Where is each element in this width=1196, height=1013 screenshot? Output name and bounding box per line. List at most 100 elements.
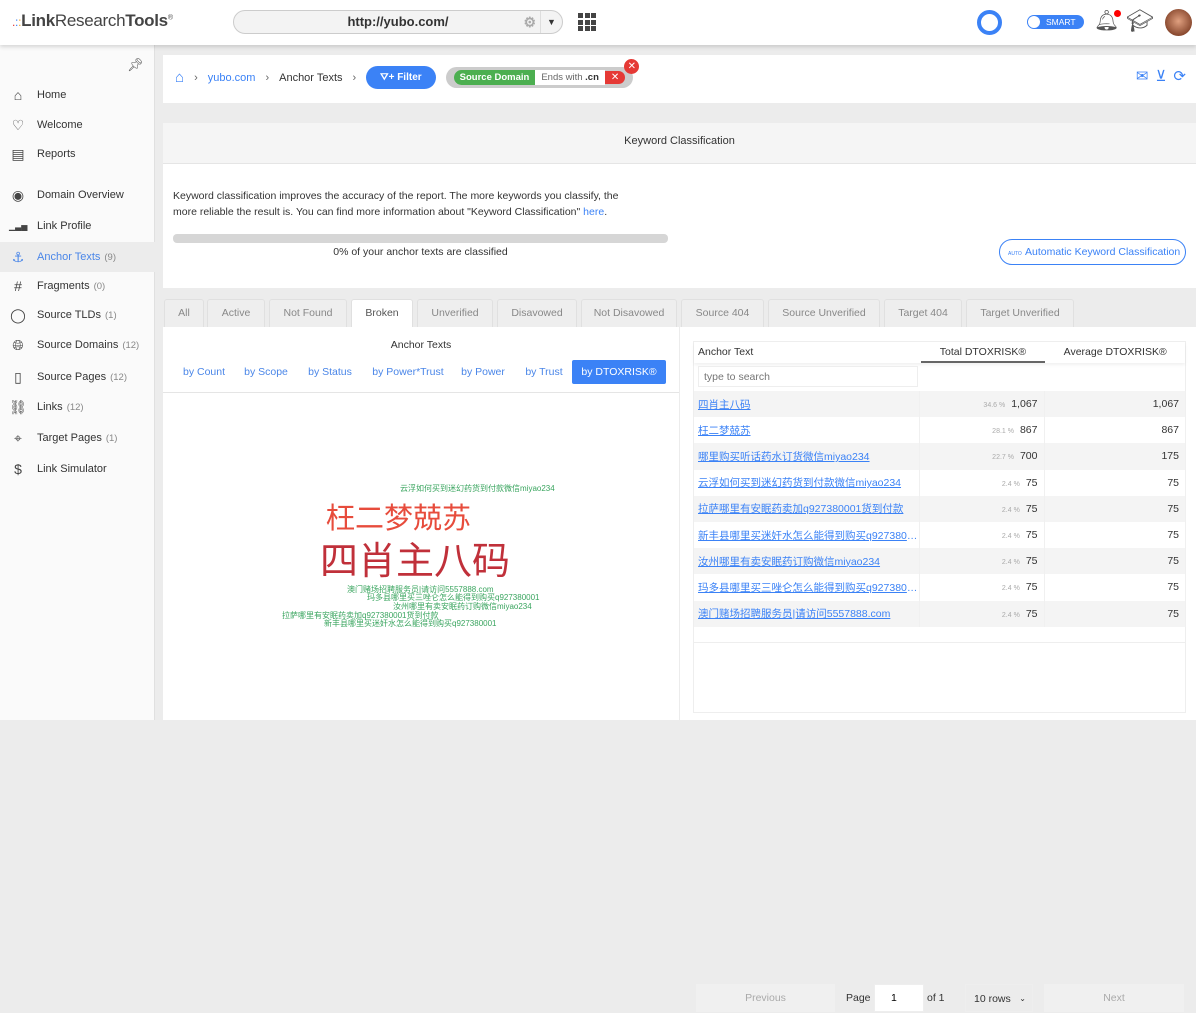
cloud-word[interactable]: 云浮如何买到迷幻药货到付款微信miyao234	[400, 485, 555, 493]
filter-button[interactable]: ⛛+ Filter	[366, 66, 436, 89]
anchor-link[interactable]: 拉萨哪里有安眠药卖加q927380001货到付款	[694, 495, 920, 522]
table-row: 枉二梦兢苏 28.1 % 867 867	[694, 417, 1186, 444]
table-panel: Anchor Text Total DTOXRISK® Average DTOX…	[680, 327, 1196, 1012]
sidebar: 📌︎ ⌂ Home ♡ Welcome ▤ Reports ◉ Domain Overview…	[0, 45, 155, 720]
bar-chart-icon: ▁▃▅	[9, 221, 28, 231]
filter-chip[interactable]: Source Domain Ends with .cn ✕ ✕	[445, 59, 640, 88]
anchor-link[interactable]: 汝州哪里有卖安眠药订购微信miyao234	[694, 548, 920, 575]
sidebar-item-link-profile[interactable]: ▁▃▅ Link Profile	[0, 211, 155, 241]
bell-icon[interactable]: 🔔︎	[1094, 8, 1122, 33]
sidebar-item-target-pages[interactable]: ⌖ Target Pages (1)	[0, 423, 155, 453]
logo[interactable]: .::LinkResearchTools®	[12, 11, 173, 31]
sidebar-item-source-tlds[interactable]: ◯ Source TLDs (1)	[0, 300, 155, 330]
table-row: 澳门赌场招聘服务员|请访问5557888.com 2.4 % 75 75	[694, 600, 1186, 627]
filter-icon: ⛛+	[380, 72, 398, 83]
anchor-icon: ⚓︎	[11, 248, 25, 265]
sidebar-item-reports[interactable]: ▤ Reports	[0, 139, 155, 169]
anchor-link[interactable]: 四肖主八码	[694, 391, 920, 418]
previous-button[interactable]: Previous	[696, 984, 835, 1012]
url-file-icon: ▯	[14, 368, 22, 385]
sidebar-item-home[interactable]: ⌂ Home	[0, 80, 155, 110]
table-row: 汝州哪里有卖安眠药订购微信miyao234 2.4 % 75 75	[694, 548, 1186, 575]
tab-source-unverified[interactable]: Source Unverified	[768, 299, 880, 327]
here-link[interactable]: here	[583, 206, 604, 218]
anchor-link[interactable]: 哪里购买听话药水订货微信miyao234	[694, 443, 920, 470]
tab-target-404[interactable]: Target 404	[884, 299, 962, 327]
remove-filter-icon[interactable]: ✕	[604, 71, 626, 84]
keyword-classification-panel: Keyword Classification Keyword classific…	[163, 123, 1196, 288]
graduation-cap-icon[interactable]: 🎓︎	[1126, 8, 1154, 34]
home-icon: ⌂	[13, 87, 23, 103]
column-header-average[interactable]: Average DTOXRISK®	[1045, 342, 1185, 363]
eye-icon: ◉	[11, 186, 25, 203]
home-icon[interactable]: ⌂	[175, 69, 184, 86]
tab-not-disavowed[interactable]: Not Disavowed	[581, 299, 677, 327]
sidebar-item-links[interactable]: ⛓︎ Links (12)	[0, 392, 155, 422]
gear-icon[interactable]: ⚙	[523, 11, 536, 33]
tab-source-404[interactable]: Source 404	[681, 299, 764, 327]
anchor-link[interactable]: 澳门赌场招聘服务员|请访问5557888.com	[694, 600, 920, 627]
anchor-link[interactable]: 玛多县哪里买三唑仑怎么能得到购买q9273800...	[694, 574, 920, 601]
sort-3[interactable]: by Power*Trust	[366, 360, 450, 384]
auto-classification-button[interactable]: AUTO Automatic Keyword Classification	[999, 239, 1186, 265]
table-row: 玛多县哪里买三唑仑怎么能得到购买q9273800... 2.4 % 75 75	[694, 574, 1186, 601]
sort-4[interactable]: by Power	[455, 360, 511, 384]
sidebar-item-welcome[interactable]: ♡ Welcome	[0, 110, 155, 140]
tab-all[interactable]: All	[164, 299, 204, 327]
tab-target-unverified[interactable]: Target Unverified	[966, 299, 1074, 327]
sidebar-item-source-pages[interactable]: ▯ Source Pages (12)	[0, 362, 155, 392]
sort-5[interactable]: by Trust	[518, 360, 570, 384]
breadcrumb-page[interactable]: Anchor Texts	[279, 72, 342, 84]
column-header-anchor[interactable]: Anchor Text	[694, 342, 921, 363]
apps-grid-icon[interactable]	[578, 13, 596, 31]
cloud-word[interactable]: 新丰县哪里买迷奸水怎么能得到购买q927380001	[324, 620, 497, 628]
chevron-down-icon[interactable]: ▼	[540, 11, 562, 33]
page-label: Page	[846, 992, 871, 1004]
heart-icon: ♡	[11, 116, 25, 133]
table-row: 哪里购买听话药水订货微信miyao234 22.7 % 700 175	[694, 443, 1186, 470]
cloud-word[interactable]: 四肖主八码	[320, 543, 510, 581]
tab-broken[interactable]: Broken	[351, 299, 413, 327]
auto-icon: AUTO	[1008, 251, 1022, 257]
tab-disavowed[interactable]: Disavowed	[497, 299, 577, 327]
sort-1[interactable]: by Scope	[238, 360, 294, 384]
avatar[interactable]	[1165, 9, 1192, 36]
crosshair-icon: ⌖	[14, 429, 22, 446]
column-header-total[interactable]: Total DTOXRISK®	[920, 342, 1046, 363]
sort-6[interactable]: by DTOXRISK®	[572, 360, 666, 384]
cloud-word[interactable]: 玛多县哪里买三唑仑怎么能得到购买q927380001	[367, 594, 540, 602]
progress-ring-icon[interactable]	[977, 10, 1002, 35]
progress-label: 0% of your anchor texts are classified	[333, 246, 508, 258]
download-icon[interactable]: ⊻	[1155, 67, 1166, 85]
page-input[interactable]	[874, 984, 924, 1012]
breadcrumb-domain[interactable]: yubo.com	[208, 72, 256, 84]
cloud-word[interactable]: 汝州哪里有卖安眠药订购微信miyao234	[393, 603, 532, 611]
url-input[interactable]: http://yubo.com/⚙ ▼	[233, 10, 563, 34]
anchor-link[interactable]: 枉二梦兢苏	[694, 417, 920, 444]
anchor-link[interactable]: 云浮如何买到迷幻药货到付款微信miyao234	[694, 469, 920, 496]
sidebar-item-domain-overview[interactable]: ◉ Domain Overview	[0, 180, 155, 210]
reports-icon: ▤	[11, 145, 25, 162]
rows-select[interactable]: 10 rows ⌄	[965, 984, 1033, 1012]
sidebar-item-link-simulator[interactable]: $ Link Simulator	[0, 454, 155, 484]
search-input[interactable]	[698, 366, 918, 387]
tab-unverified[interactable]: Unverified	[417, 299, 493, 327]
anchor-link[interactable]: 新丰县哪里买迷奸水怎么能得到购买q9273800...	[694, 521, 920, 549]
mail-icon[interactable]: ✉	[1136, 67, 1149, 85]
next-button[interactable]: Next	[1044, 984, 1184, 1012]
breadcrumb: ⌂ › yubo.com › Anchor Texts › ⛛+ Filter Sou…	[175, 59, 640, 89]
sort-2[interactable]: by Status	[302, 360, 358, 384]
sidebar-item-fragments[interactable]: # Fragments (0)	[0, 271, 155, 301]
sidebar-item-anchor-texts[interactable]: ⚓︎ Anchor Texts (9)	[0, 242, 155, 272]
cloud-title: Anchor Texts	[390, 339, 452, 351]
pin-icon[interactable]: 📌︎	[127, 57, 144, 73]
sort-0[interactable]: by Count	[176, 360, 232, 384]
cloud-word[interactable]: 枉二梦兢苏	[326, 505, 471, 534]
table-row: 云浮如何买到迷幻药货到付款微信miyao234 2.4 % 75 75	[694, 469, 1186, 496]
smart-toggle[interactable]: SMART	[1027, 15, 1084, 29]
tab-active[interactable]: Active	[207, 299, 265, 327]
sidebar-item-source-domains[interactable]: 🌐︎ Source Domains (12)	[0, 330, 155, 360]
refresh-icon[interactable]: ⟳	[1173, 67, 1186, 85]
close-icon[interactable]: ✕	[624, 59, 640, 74]
tab-not-found[interactable]: Not Found	[269, 299, 347, 327]
